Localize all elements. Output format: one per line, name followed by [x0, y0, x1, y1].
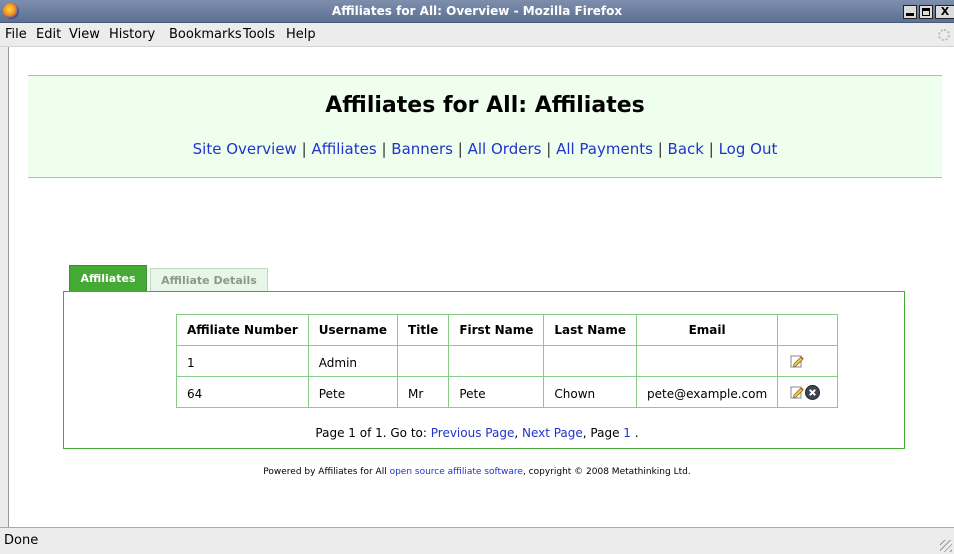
window-left-border [0, 47, 9, 527]
page-title: Affiliates for All: Affiliates [325, 93, 645, 118]
nav-separator: | [457, 140, 463, 158]
page-1-link[interactable]: 1 [623, 426, 631, 440]
nav-back[interactable]: Back [668, 140, 704, 158]
column-header-title: Title [397, 314, 450, 346]
cell-username: Pete [307, 376, 399, 408]
window-titlebar[interactable]: Affiliates for All: Overview - Mozilla F… [0, 0, 954, 23]
cell-last-name [543, 345, 637, 377]
cell-email [635, 345, 779, 377]
table-row: 64 Pete Mr Pete Chown pete@example.com [176, 376, 839, 408]
nav-site-overview[interactable]: Site Overview [193, 140, 297, 158]
next-page-link[interactable]: Next Page [522, 426, 583, 440]
column-header-actions [777, 314, 839, 346]
delete-icon[interactable] [805, 384, 821, 400]
status-text: Done [4, 533, 39, 548]
footer-prefix: Powered by Affiliates for All [263, 467, 390, 477]
cell-title: Mr [397, 376, 450, 408]
nav-banners[interactable]: Banners [391, 140, 453, 158]
column-header-first-name: First Name [448, 314, 545, 346]
nav-affiliates[interactable]: Affiliates [311, 140, 376, 158]
nav-all-orders[interactable]: All Orders [468, 140, 542, 158]
table-row: 1 Admin [176, 345, 839, 377]
menu-bar: File Edit View History Bookmarks Tools H… [0, 23, 954, 47]
menu-help[interactable]: Help [286, 27, 316, 42]
edit-icon[interactable] [790, 354, 804, 368]
close-button[interactable]: X [935, 5, 954, 19]
pagination-separator: , Page [582, 426, 624, 440]
cell-username: Admin [307, 345, 399, 377]
nav-separator: | [381, 140, 387, 158]
table-header-row: Affiliate Number Username Title First Na… [176, 314, 839, 346]
tab-affiliate-details[interactable]: Affiliate Details [150, 268, 268, 292]
cell-title [397, 345, 450, 377]
column-header-affiliate-number: Affiliate Number [176, 314, 309, 346]
page-footer: Powered by Affiliates for All open sourc… [0, 467, 954, 477]
affiliates-table: Affiliate Number Username Title First Na… [176, 314, 839, 408]
window-title: Affiliates for All: Overview - Mozilla F… [331, 4, 623, 18]
column-header-username: Username [307, 314, 399, 346]
edit-icon[interactable] [790, 385, 804, 399]
menu-file[interactable]: File [5, 27, 27, 42]
cell-first-name [448, 345, 545, 377]
pagination-text: Page 1 of 1. Go to: [315, 426, 431, 440]
pagination-separator: , [514, 426, 522, 440]
nav-all-payments[interactable]: All Payments [556, 140, 653, 158]
menu-tools[interactable]: Tools [243, 27, 275, 42]
footer-copyright: , copyright © 2008 Metathinking Ltd. [522, 467, 691, 477]
maximize-button[interactable] [919, 5, 933, 19]
cell-affiliate-number: 64 [176, 376, 309, 408]
cell-affiliate-number: 1 [176, 345, 309, 377]
nav-separator: | [657, 140, 663, 158]
cell-actions [777, 345, 839, 377]
status-bar: Done [0, 527, 954, 554]
cell-first-name: Pete [448, 376, 545, 408]
menu-history[interactable]: History [109, 27, 155, 42]
cell-actions [777, 376, 839, 408]
cell-email: pete@example.com [635, 376, 779, 408]
menu-edit[interactable]: Edit [36, 27, 61, 42]
nav-separator: | [708, 140, 714, 158]
footer-software-link[interactable]: open source affiliate software [390, 467, 523, 477]
throbber-icon [938, 29, 950, 41]
resize-grip-icon[interactable] [940, 540, 952, 552]
previous-page-link[interactable]: Previous Page [431, 426, 515, 440]
page-header: Affiliates for All: Affiliates Site Over… [28, 75, 942, 178]
nav-separator: | [546, 140, 552, 158]
column-header-last-name: Last Name [543, 314, 637, 346]
column-header-email: Email [635, 314, 779, 346]
nav-separator: | [301, 140, 307, 158]
pagination-end: . [630, 426, 639, 440]
pagination: Page 1 of 1. Go to: Previous Page, Next … [0, 426, 954, 440]
tab-affiliates[interactable]: Affiliates [69, 265, 147, 292]
site-nav: Site Overview | Affiliates | Banners | A… [28, 140, 942, 158]
nav-log-out[interactable]: Log Out [719, 140, 778, 158]
menu-view[interactable]: View [69, 27, 100, 42]
minimize-button[interactable] [903, 5, 917, 19]
menu-bookmarks[interactable]: Bookmarks [169, 27, 242, 42]
cell-last-name: Chown [543, 376, 637, 408]
